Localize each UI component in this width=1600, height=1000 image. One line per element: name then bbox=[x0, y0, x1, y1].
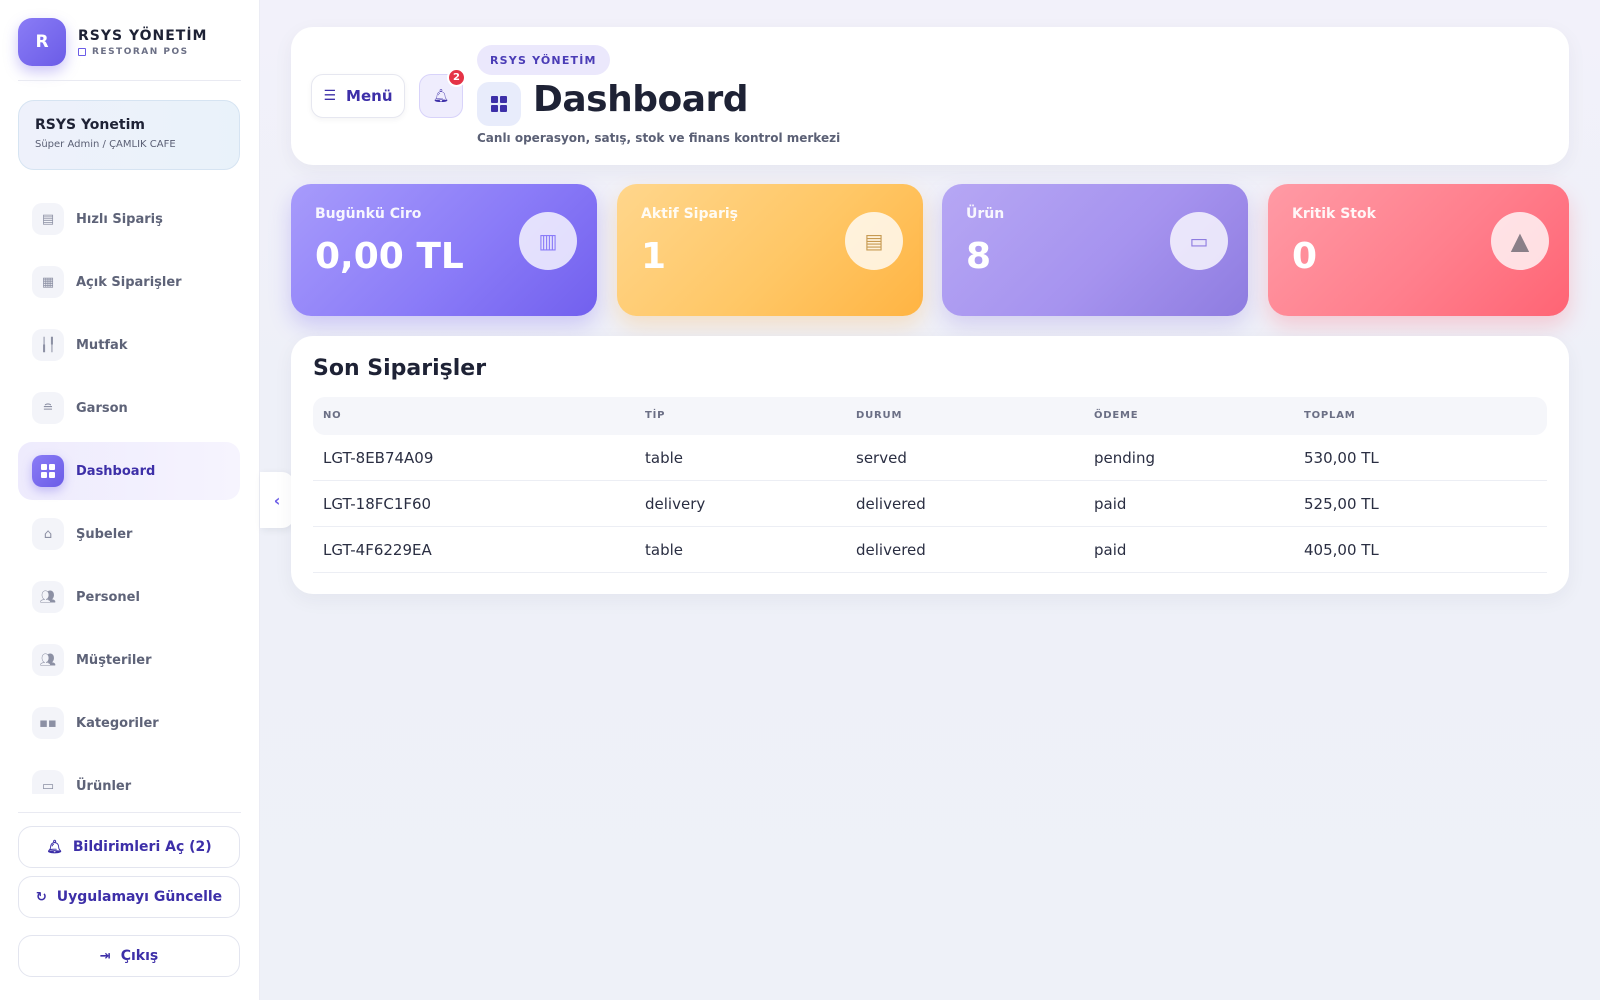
brand[interactable]: R RSYS YÖNETİM RESTORAN POS bbox=[18, 18, 207, 66]
order-number: LGT-4F6229EA bbox=[323, 541, 432, 559]
sidebar-item-mutfak[interactable]: ╽╿ Mutfak bbox=[18, 316, 240, 374]
sidebar: R RSYS YÖNETİM RESTORAN POS RSYS Yonetim… bbox=[0, 0, 260, 1000]
chevron-left-icon: ‹ bbox=[273, 490, 281, 510]
branch-icon: ⌂ bbox=[32, 518, 64, 550]
sidebar-item-personel[interactable]: 👥︎ Personel bbox=[18, 568, 240, 626]
table-row[interactable]: LGT-8EB74A09 table served pending 530,00… bbox=[313, 435, 1547, 481]
order-status: served bbox=[856, 449, 907, 467]
brand-title: RSYS YÖNETİM bbox=[78, 27, 208, 44]
order-type: table bbox=[645, 541, 683, 559]
page-subtitle: Canlı operasyon, satış, stok ve finans k… bbox=[477, 131, 841, 145]
table-row[interactable]: LGT-18FC1F60 delivery delivered paid 525… bbox=[313, 481, 1547, 527]
calculator-icon: ▤ bbox=[32, 203, 64, 235]
menu-button[interactable]: ☰ Menü bbox=[311, 74, 405, 118]
refresh-icon: ↻ bbox=[35, 889, 47, 905]
column-header-no: NO bbox=[323, 410, 342, 421]
sidebar-item-label: Hızlı Sipariş bbox=[76, 211, 163, 227]
sidebar-item-label: Açık Siparişler bbox=[76, 274, 182, 290]
sidebar-collapse-button[interactable]: ‹ bbox=[260, 472, 294, 528]
room-service-icon: ≘ bbox=[32, 392, 64, 424]
recent-orders-title: Son Siparişler bbox=[313, 356, 487, 381]
sidebar-item-dashboard[interactable]: Dashboard bbox=[18, 442, 240, 500]
sidebar-nav: ▤ Hızlı Sipariş ▦ Açık Siparişler ╽╿ Mut… bbox=[18, 190, 240, 794]
order-total: 525,00 TL bbox=[1304, 495, 1379, 513]
breadcrumb: RSYS YÖNETİM bbox=[477, 45, 610, 75]
page-title: Dashboard bbox=[533, 79, 749, 120]
table-header: NO TİP DURUM ÖDEME TOPLAM bbox=[313, 397, 1547, 435]
divider bbox=[18, 80, 241, 81]
notification-count-badge: 2 bbox=[447, 68, 466, 87]
sidebar-item-label: Garson bbox=[76, 400, 128, 416]
store-icon bbox=[78, 47, 86, 56]
sidebar-item-subeler[interactable]: ⌂ Şubeler bbox=[18, 505, 240, 563]
order-number: LGT-8EB74A09 bbox=[323, 449, 434, 467]
stat-card-critical-stock[interactable]: Kritik Stok 0 ▲ bbox=[1268, 184, 1569, 316]
table-row[interactable]: LGT-4F6229EA table delivered paid 405,00… bbox=[313, 527, 1547, 573]
logout-button[interactable]: ⇥ Çıkış bbox=[18, 935, 240, 977]
stat-card-products[interactable]: Ürün 8 ▭ bbox=[942, 184, 1248, 316]
archive-box-icon: ▭ bbox=[1170, 212, 1228, 270]
warning-triangle-icon: ▲ bbox=[1491, 212, 1549, 270]
sidebar-item-label: Ürünler bbox=[76, 778, 132, 794]
order-type: delivery bbox=[645, 495, 706, 513]
category-icon: ▪▪ bbox=[32, 707, 64, 739]
column-header-total: TOPLAM bbox=[1304, 410, 1356, 421]
brand-subtitle: RESTORAN POS bbox=[92, 46, 189, 57]
page-header: ☰ Menü 🔔︎ 2 RSYS YÖNETİM Dashboard Canlı… bbox=[291, 27, 1569, 165]
order-payment: pending bbox=[1094, 449, 1155, 467]
sidebar-item-label: Şubeler bbox=[76, 526, 133, 542]
column-header-status: DURUM bbox=[856, 410, 903, 421]
sidebar-item-musteriler[interactable]: 👥︎ Müşteriler bbox=[18, 631, 240, 689]
sidebar-item-label: Kategoriler bbox=[76, 715, 159, 731]
update-app-button[interactable]: ↻ Uygulamayı Güncelle bbox=[18, 876, 240, 918]
order-status: delivered bbox=[856, 495, 926, 513]
sidebar-item-acik-siparisler[interactable]: ▦ Açık Siparişler bbox=[18, 253, 240, 311]
receipt-icon: ▤ bbox=[845, 212, 903, 270]
order-payment: paid bbox=[1094, 541, 1127, 559]
order-number: LGT-18FC1F60 bbox=[323, 495, 432, 513]
box-icon: ▭ bbox=[32, 770, 64, 794]
brand-logo: R bbox=[18, 18, 66, 66]
sidebar-item-label: Personel bbox=[76, 589, 140, 605]
order-total: 405,00 TL bbox=[1304, 541, 1379, 559]
sidebar-item-urunler[interactable]: ▭ Ürünler bbox=[18, 757, 240, 794]
store-icon: ▥ bbox=[519, 212, 577, 270]
order-total: 530,00 TL bbox=[1304, 449, 1379, 467]
dashboard-icon bbox=[32, 455, 64, 487]
people-icon: 👥︎ bbox=[32, 644, 64, 676]
hamburger-icon: ☰ bbox=[323, 88, 337, 104]
column-header-payment: ÖDEME bbox=[1094, 410, 1139, 421]
open-notifications-button[interactable]: 🔔︎ Bildirimleri Aç (2) bbox=[18, 826, 240, 868]
sidebar-item-label: Müşteriler bbox=[76, 652, 152, 668]
user-role: Süper Admin / ÇAMLIK CAFE bbox=[35, 139, 176, 150]
user-name: RSYS Yonetim bbox=[35, 117, 145, 133]
receipt-icon: ▦ bbox=[32, 266, 64, 298]
order-type: table bbox=[645, 449, 683, 467]
bell-icon: 🔔︎ bbox=[46, 839, 63, 855]
order-payment: paid bbox=[1094, 495, 1127, 513]
stat-card-revenue[interactable]: Bugünkü Ciro 0,00 TL ▥ bbox=[291, 184, 597, 316]
sidebar-item-kategoriler[interactable]: ▪▪ Kategoriler bbox=[18, 694, 240, 752]
order-status: delivered bbox=[856, 541, 926, 559]
people-icon: 👥︎ bbox=[32, 581, 64, 613]
sidebar-item-hizli-siparis[interactable]: ▤ Hızlı Sipariş bbox=[18, 190, 240, 248]
logout-icon: ⇥ bbox=[99, 948, 111, 964]
dashboard-icon bbox=[477, 82, 521, 126]
divider bbox=[18, 812, 241, 813]
sidebar-item-label: Dashboard bbox=[76, 463, 156, 479]
recent-orders-card: Son Siparişler NO TİP DURUM ÖDEME TOPLAM… bbox=[291, 336, 1569, 594]
sidebar-item-label: Mutfak bbox=[76, 337, 128, 353]
user-card: RSYS Yonetim Süper Admin / ÇAMLIK CAFE bbox=[18, 100, 240, 170]
bell-icon: 🔔︎ bbox=[432, 88, 450, 104]
sidebar-item-garson[interactable]: ≘ Garson bbox=[18, 379, 240, 437]
stat-card-active-orders[interactable]: Aktif Sipariş 1 ▤ bbox=[617, 184, 923, 316]
column-header-type: TİP bbox=[645, 410, 666, 421]
utensils-icon: ╽╿ bbox=[32, 329, 64, 361]
